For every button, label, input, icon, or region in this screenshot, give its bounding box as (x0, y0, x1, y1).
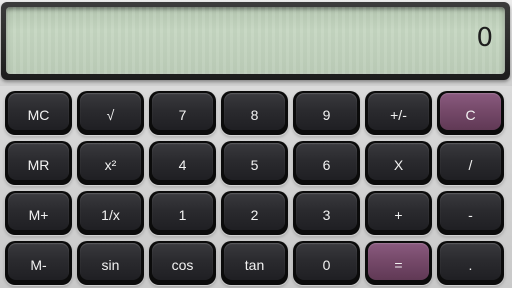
key-face: . (440, 243, 501, 280)
key-face: MC (8, 93, 69, 130)
key-face: - (440, 193, 501, 230)
key-face: 2 (224, 193, 285, 230)
memory-clear-button[interactable]: MC (5, 91, 72, 135)
square-button[interactable]: x² (77, 141, 144, 185)
square-root-button[interactable]: √ (77, 91, 144, 135)
key-label: = (394, 257, 403, 273)
add-button[interactable]: + (365, 191, 432, 235)
digit-2-button[interactable]: 2 (221, 191, 288, 235)
key-label: sin (101, 257, 120, 273)
key-face: MR (8, 143, 69, 180)
key-face: M- (8, 243, 69, 280)
key-label: M+ (28, 207, 49, 223)
memory-subtract-button[interactable]: M- (5, 241, 72, 285)
digit-1-button[interactable]: 1 (149, 191, 216, 235)
clear-button[interactable]: C (437, 91, 504, 135)
key-label: 1 (178, 207, 187, 223)
plus-minus-button[interactable]: +/- (365, 91, 432, 135)
key-face: 4 (152, 143, 213, 180)
key-label: M- (30, 257, 47, 273)
key-label: 7 (178, 107, 187, 123)
key-face: 1 (152, 193, 213, 230)
key-face: 0 (296, 243, 357, 280)
key-face: √ (80, 93, 141, 130)
key-label: cos (171, 257, 194, 273)
key-label: 2 (250, 207, 259, 223)
key-label: / (468, 157, 473, 173)
key-label: MC (27, 107, 50, 123)
key-label: - (468, 207, 473, 223)
key-face: 8 (224, 93, 285, 130)
digit-5-button[interactable]: 5 (221, 141, 288, 185)
key-label: + (394, 207, 403, 223)
key-face: C (440, 93, 501, 130)
key-face: +/- (368, 93, 429, 130)
sine-button[interactable]: sin (77, 241, 144, 285)
key-face: tan (224, 243, 285, 280)
key-face: + (368, 193, 429, 230)
key-label: 9 (322, 107, 331, 123)
key-label: +/- (390, 107, 407, 123)
digit-7-button[interactable]: 7 (149, 91, 216, 135)
key-label: 5 (250, 157, 259, 173)
decimal-point-button[interactable]: . (437, 241, 504, 285)
reciprocal-button[interactable]: 1/x (77, 191, 144, 235)
digit-6-button[interactable]: 6 (293, 141, 360, 185)
digit-9-button[interactable]: 9 (293, 91, 360, 135)
key-face: x² (80, 143, 141, 180)
key-label: MR (27, 157, 50, 173)
key-face: / (440, 143, 501, 180)
key-face: 7 (152, 93, 213, 130)
display-value: 0 (476, 23, 493, 53)
keypad: MC √ 7 8 9 +/- C MR x² 4 5 6 X / M+ 1/x 1 2 3 + - M-sin cos tan… (0, 86, 512, 288)
tangent-button[interactable]: tan (221, 241, 288, 285)
key-label: C (465, 107, 476, 123)
key-face: 1/x (80, 193, 141, 230)
memory-add-button[interactable]: M+ (5, 191, 72, 235)
divide-button[interactable]: / (437, 141, 504, 185)
key-label: 1/x (101, 207, 120, 223)
memory-recall-button[interactable]: MR (5, 141, 72, 185)
key-face: M+ (8, 193, 69, 230)
key-face: 3 (296, 193, 357, 230)
key-face: 5 (224, 143, 285, 180)
calculator: 0 MC √ 7 8 9 +/- C MR x² 4 5 6 X / M+ 1/x 1 2 3 + - M-sin cos t… (0, 0, 512, 288)
cosine-button[interactable]: cos (149, 241, 216, 285)
key-label: 0 (322, 257, 331, 273)
key-face: X (368, 143, 429, 180)
key-label: x² (104, 157, 117, 173)
key-label: 8 (250, 107, 259, 123)
key-face: 6 (296, 143, 357, 180)
key-face: cos (152, 243, 213, 280)
key-label: √ (106, 107, 115, 123)
equals-button[interactable]: = (365, 241, 432, 285)
key-face: sin (80, 243, 141, 280)
key-label: 4 (178, 157, 187, 173)
digit-8-button[interactable]: 8 (221, 91, 288, 135)
key-label: X (393, 157, 404, 173)
multiply-button[interactable]: X (365, 141, 432, 185)
key-face: = (368, 243, 429, 280)
digit-0-button[interactable]: 0 (293, 241, 360, 285)
key-label: . (468, 257, 473, 273)
display-panel: 0 (0, 0, 512, 86)
key-label: tan (244, 257, 265, 273)
key-label: 3 (322, 207, 331, 223)
display-bezel: 0 (1, 2, 510, 80)
lcd-screen: 0 (6, 7, 505, 74)
digit-4-button[interactable]: 4 (149, 141, 216, 185)
subtract-button[interactable]: - (437, 191, 504, 235)
key-face: 9 (296, 93, 357, 130)
digit-3-button[interactable]: 3 (293, 191, 360, 235)
key-label: 6 (322, 157, 331, 173)
